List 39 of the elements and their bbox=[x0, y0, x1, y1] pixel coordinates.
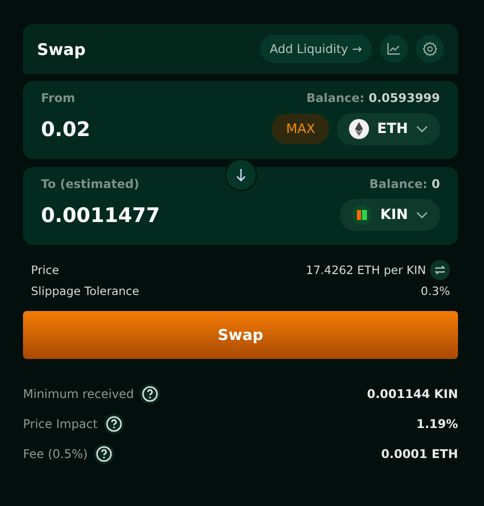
arrow-down-icon bbox=[236, 168, 246, 182]
swap-button[interactable]: Swap bbox=[23, 311, 458, 359]
balance-value: 0.0593999 bbox=[368, 91, 440, 105]
help-icon bbox=[104, 414, 124, 434]
summary-value: 17.4262 ETH per KIN bbox=[306, 262, 426, 276]
detail-label: Minimum received bbox=[23, 387, 134, 401]
max-button[interactable]: MAX bbox=[272, 114, 330, 144]
amount-field[interactable]: 0.0011477 bbox=[41, 203, 332, 227]
panel-label: From bbox=[41, 91, 76, 105]
settings-button[interactable] bbox=[416, 35, 444, 63]
switch-direction-button[interactable] bbox=[225, 159, 257, 191]
token-selector[interactable]: KIN bbox=[340, 199, 440, 231]
invert-price-button[interactable] bbox=[430, 260, 450, 280]
balance-value: 0 bbox=[432, 177, 440, 191]
amount-field[interactable]: 0.02 bbox=[41, 117, 264, 141]
help-icon bbox=[140, 384, 160, 404]
detail-label: Fee (0.5%) bbox=[23, 447, 88, 461]
help-icon bbox=[94, 444, 114, 464]
line-chart-icon bbox=[387, 43, 401, 55]
chevron-down-icon bbox=[416, 125, 428, 133]
summary-label: Price bbox=[31, 262, 60, 276]
token-selector[interactable]: ETH bbox=[337, 113, 440, 145]
balance-label: Balance: bbox=[306, 91, 364, 105]
summary-label: Slippage Tolerance bbox=[31, 284, 140, 298]
panel-label: To (estimated) bbox=[41, 177, 140, 191]
detail-label: Price Impact bbox=[23, 417, 98, 431]
detail-value: 0.0001 ETH bbox=[381, 447, 458, 461]
settings-icon bbox=[422, 41, 438, 57]
add-liquidity-button[interactable]: Add Liquidity → bbox=[260, 35, 372, 63]
chevron-down-icon bbox=[416, 211, 428, 219]
ether-icon bbox=[349, 119, 370, 139]
summary-value: 0.3% bbox=[420, 284, 450, 298]
detail-value: 1.19% bbox=[416, 417, 458, 431]
token-icon bbox=[352, 205, 372, 225]
chart-button[interactable] bbox=[380, 35, 408, 63]
detail-value: 0.001144 KIN bbox=[367, 387, 458, 401]
card-title: Swap bbox=[37, 40, 87, 58]
swap-arrows-icon bbox=[434, 264, 446, 276]
balance-label: Balance: bbox=[369, 177, 428, 191]
